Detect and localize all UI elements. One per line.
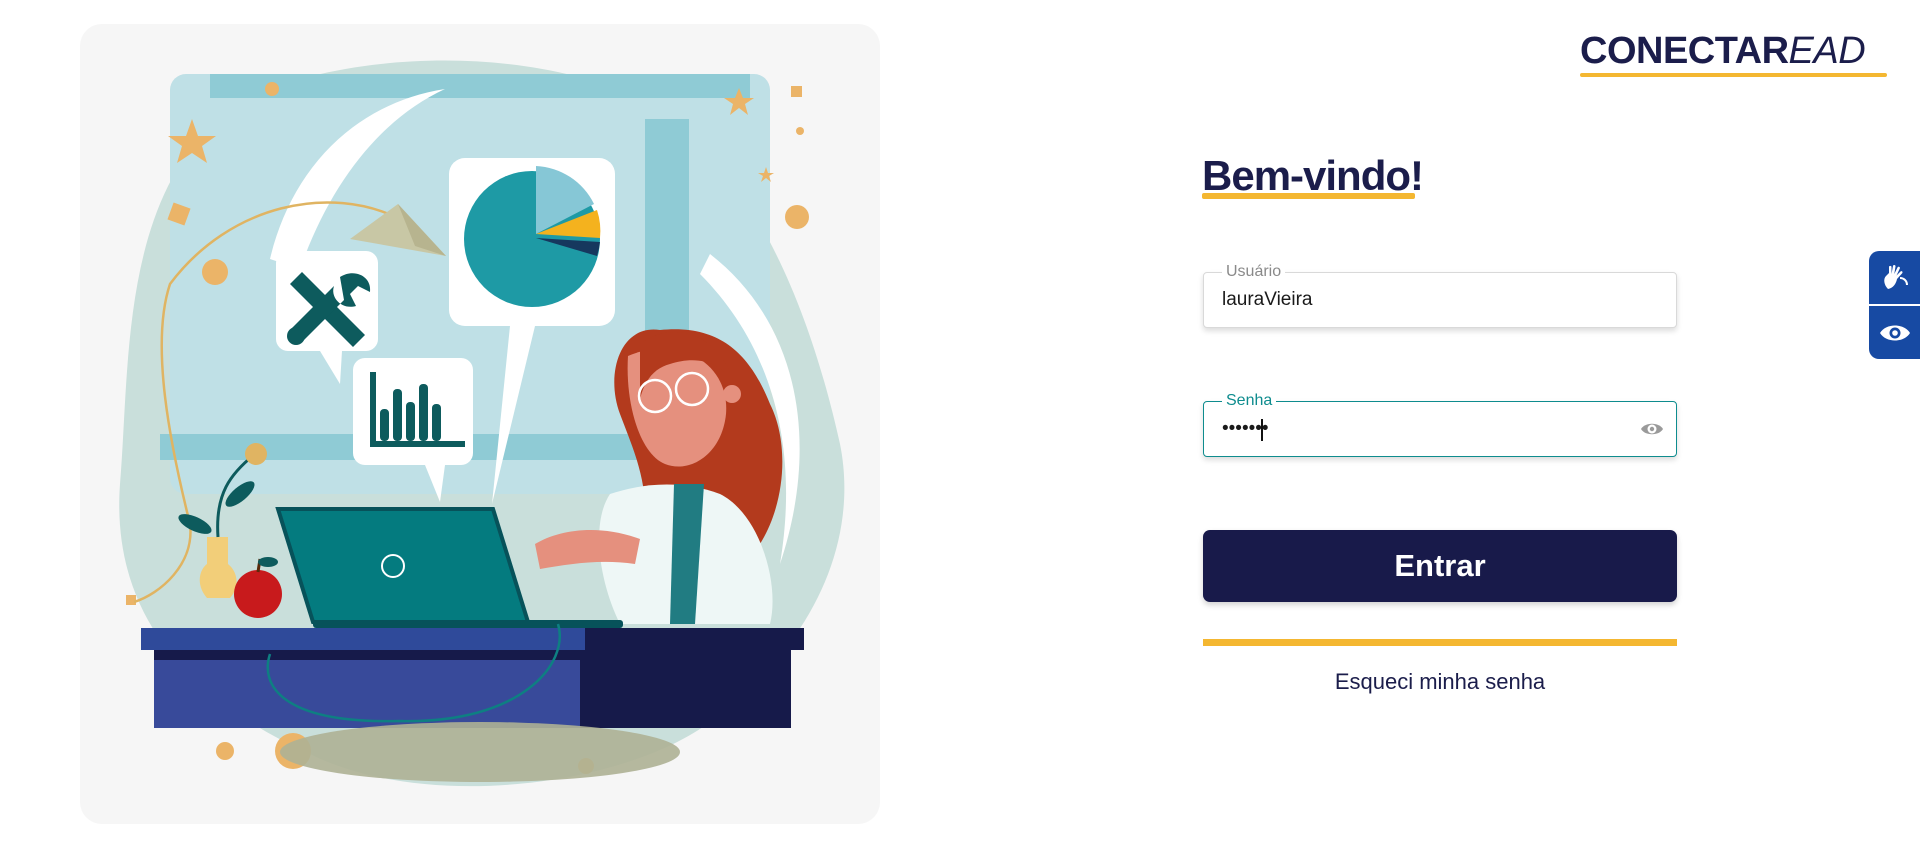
window-top-bar — [210, 74, 750, 98]
login-button[interactable]: Entrar — [1203, 530, 1677, 602]
desk-shadow — [280, 722, 680, 782]
forgot-password-link[interactable]: Esqueci minha senha — [1203, 669, 1677, 695]
eye-icon[interactable] — [1640, 418, 1664, 440]
decor-square — [791, 86, 802, 97]
decor-square — [126, 595, 136, 605]
accent-divider — [1203, 639, 1677, 646]
logo-word-secondary: EAD — [1788, 30, 1866, 72]
decor-dot — [785, 205, 809, 229]
logo-word-primary: CONECTAR — [1580, 30, 1789, 72]
username-field[interactable]: Usuário — [1203, 263, 1677, 328]
decor-dot — [265, 82, 279, 96]
brand-logo: CONECTAREAD — [1580, 30, 1866, 86]
title-underline — [1202, 193, 1415, 199]
accessibility-toolbar — [1869, 251, 1920, 359]
decor-dot — [796, 127, 804, 135]
password-field[interactable]: Senha — [1203, 392, 1677, 457]
hero-illustration — [119, 60, 845, 787]
illustration-panel — [80, 24, 880, 824]
logo-underline — [1580, 73, 1887, 77]
visual-accessibility-button[interactable] — [1869, 306, 1920, 359]
decor-dot — [216, 742, 234, 760]
decor-dot — [202, 259, 228, 285]
sign-language-button[interactable] — [1869, 251, 1920, 304]
username-input[interactable] — [1222, 273, 1622, 327]
eye-icon — [1879, 325, 1910, 340]
password-input[interactable] — [1222, 402, 1622, 456]
text-caret — [1261, 419, 1263, 441]
sign-language-hand-icon — [1883, 264, 1908, 289]
